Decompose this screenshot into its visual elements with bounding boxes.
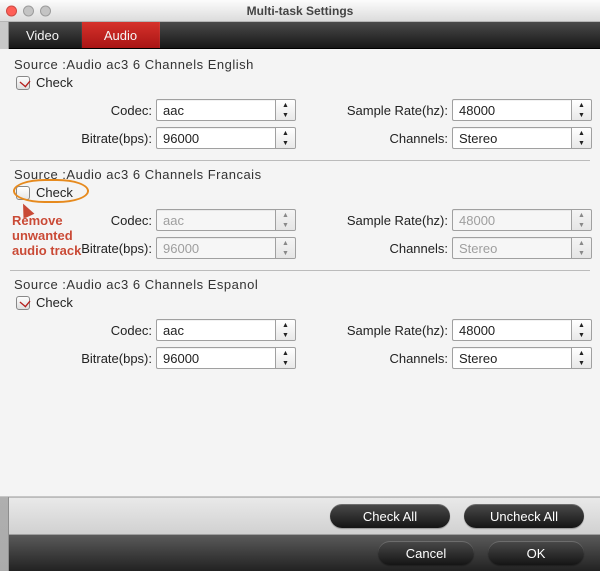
check-label: Check: [36, 75, 73, 90]
channels-value: Stereo: [459, 351, 497, 366]
audio-tracks-panel: Source :Audio ac3 6 Channels English Che…: [0, 49, 600, 497]
tab-video-label: Video: [26, 28, 59, 43]
stepper-icon[interactable]: ▲▼: [275, 348, 295, 368]
window-title: Multi-task Settings: [247, 4, 354, 18]
bitrate-label: Bitrate(bps):: [10, 351, 152, 366]
channels-select[interactable]: Stereo ▲▼: [452, 347, 592, 369]
check-label: Check: [36, 185, 73, 200]
stepper-icon[interactable]: ▲▼: [571, 348, 591, 368]
codec-select[interactable]: aac ▲▼: [156, 99, 296, 121]
channels-value: Stereo: [459, 241, 497, 256]
ok-label: OK: [527, 546, 546, 561]
uncheck-all-button[interactable]: Uncheck All: [464, 504, 584, 528]
codec-value: aac: [163, 323, 184, 338]
bitrate-value: 96000: [163, 351, 199, 366]
channels-label: Channels:: [320, 241, 448, 256]
track-actions-bar: Check All Uncheck All: [0, 497, 600, 535]
track-source-label: Source :Audio ac3 6 Channels English: [14, 57, 590, 72]
uncheck-all-label: Uncheck All: [490, 509, 558, 524]
channels-value: Stereo: [459, 131, 497, 146]
sample-rate-value: 48000: [459, 213, 495, 228]
channels-select: Stereo ▲▼: [452, 237, 592, 259]
check-label: Check: [36, 295, 73, 310]
channels-label: Channels:: [320, 131, 448, 146]
track-check-row[interactable]: Check: [16, 185, 590, 200]
stepper-icon: ▲▼: [571, 238, 591, 258]
stepper-icon: ▲▼: [275, 210, 295, 230]
bitrate-label: Bitrate(bps):: [10, 131, 152, 146]
audio-track-2: Source :Audio ac3 6 Channels Francais Ch…: [10, 160, 590, 270]
codec-select[interactable]: aac ▲▼: [156, 319, 296, 341]
cancel-button[interactable]: Cancel: [378, 541, 474, 565]
check-icon[interactable]: [16, 296, 30, 310]
codec-label: Codec:: [10, 213, 152, 228]
tab-bar: Video Audio: [0, 22, 600, 49]
audio-track-3: Source :Audio ac3 6 Channels Espanol Che…: [10, 270, 590, 380]
bitrate-value: 96000: [163, 241, 199, 256]
check-all-button[interactable]: Check All: [330, 504, 450, 528]
sample-rate-label: Sample Rate(hz):: [320, 103, 448, 118]
stepper-icon: ▲▼: [571, 210, 591, 230]
tab-video[interactable]: Video: [4, 22, 82, 48]
codec-value: aac: [163, 103, 184, 118]
tab-audio[interactable]: Audio: [82, 22, 160, 48]
check-icon[interactable]: [16, 76, 30, 90]
stepper-icon[interactable]: ▲▼: [571, 320, 591, 340]
titlebar: Multi-task Settings: [0, 0, 600, 22]
sample-rate-select: 48000 ▲▼: [452, 209, 592, 231]
tab-audio-label: Audio: [104, 28, 137, 43]
bitrate-select[interactable]: 96000 ▲▼: [156, 127, 296, 149]
stepper-icon[interactable]: ▲▼: [275, 100, 295, 120]
track-check-row[interactable]: Check: [16, 75, 590, 90]
bitrate-value: 96000: [163, 131, 199, 146]
track-source-label: Source :Audio ac3 6 Channels Francais: [14, 167, 590, 182]
traffic-lights: [6, 5, 51, 16]
ok-button[interactable]: OK: [488, 541, 584, 565]
sample-rate-select[interactable]: 48000 ▲▼: [452, 99, 592, 121]
zoom-icon[interactable]: [40, 5, 51, 16]
sample-rate-value: 48000: [459, 103, 495, 118]
codec-label: Codec:: [10, 323, 152, 338]
sample-rate-select[interactable]: 48000 ▲▼: [452, 319, 592, 341]
bitrate-label: Bitrate(bps):: [10, 241, 152, 256]
stepper-icon[interactable]: ▲▼: [571, 100, 591, 120]
stepper-icon: ▲▼: [275, 238, 295, 258]
sample-rate-value: 48000: [459, 323, 495, 338]
check-all-label: Check All: [363, 509, 417, 524]
bitrate-select[interactable]: 96000 ▲▼: [156, 347, 296, 369]
check-icon[interactable]: [16, 186, 30, 200]
stepper-icon[interactable]: ▲▼: [275, 128, 295, 148]
sample-rate-label: Sample Rate(hz):: [320, 323, 448, 338]
channels-label: Channels:: [320, 351, 448, 366]
bitrate-select: 96000 ▲▼: [156, 237, 296, 259]
cancel-label: Cancel: [406, 546, 446, 561]
stepper-icon[interactable]: ▲▼: [275, 320, 295, 340]
codec-label: Codec:: [10, 103, 152, 118]
stepper-icon[interactable]: ▲▼: [571, 128, 591, 148]
dialog-actions-bar: Cancel OK: [0, 535, 600, 571]
codec-select: aac ▲▼: [156, 209, 296, 231]
codec-value: aac: [163, 213, 184, 228]
channels-select[interactable]: Stereo ▲▼: [452, 127, 592, 149]
minimize-icon[interactable]: [23, 5, 34, 16]
close-icon[interactable]: [6, 5, 17, 16]
track-check-row[interactable]: Check: [16, 295, 590, 310]
track-source-label: Source :Audio ac3 6 Channels Espanol: [14, 277, 590, 292]
sample-rate-label: Sample Rate(hz):: [320, 213, 448, 228]
audio-track-1: Source :Audio ac3 6 Channels English Che…: [10, 55, 590, 160]
